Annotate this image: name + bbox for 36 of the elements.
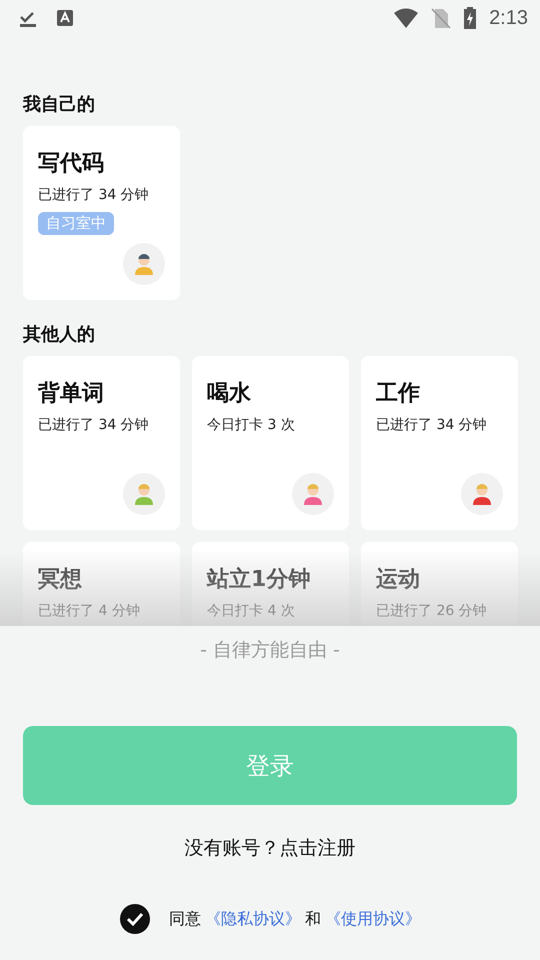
task-status: 已进行了 34 分钟 xyxy=(38,416,150,434)
clock-time: 2:13 xyxy=(489,6,528,30)
task-title: 站立1分钟 xyxy=(207,566,312,594)
no-sim-icon xyxy=(431,7,452,29)
battery-charging-icon xyxy=(463,7,478,29)
task-title: 写代码 xyxy=(38,150,105,178)
privacy-policy-link[interactable]: 《隐私协议》 xyxy=(205,908,301,930)
task-status: 已进行了 26 分钟 xyxy=(376,602,488,620)
task-card[interactable]: 喝水 今日打卡 3 次 xyxy=(192,356,349,530)
task-card[interactable]: 站立1分钟 今日打卡 4 次 xyxy=(192,542,349,626)
task-card[interactable]: 运动 已进行了 26 分钟 xyxy=(361,542,518,626)
task-title: 冥想 xyxy=(38,566,83,594)
task-status: 已进行了 34 分钟 xyxy=(376,416,488,434)
and-text: 和 xyxy=(305,908,321,930)
agree-text: 同意 xyxy=(169,908,201,930)
task-title: 工作 xyxy=(376,380,421,408)
wifi-icon xyxy=(393,8,420,28)
section-heading: 我自己的 xyxy=(23,93,96,116)
task-status: 已进行了 4 分钟 xyxy=(38,602,141,620)
section-heading: 其他人的 xyxy=(23,323,96,346)
agree-checkbox[interactable] xyxy=(119,903,151,935)
task-card[interactable]: 工作 已进行了 34 分钟 xyxy=(361,356,518,530)
register-link[interactable]: 没有账号？点击注册 xyxy=(184,835,356,861)
task-title: 喝水 xyxy=(207,380,252,408)
task-card[interactable]: 写代码 已进行了 34 分钟 自习室中 xyxy=(23,126,180,300)
task-card[interactable]: 背单词 已进行了 34 分钟 xyxy=(23,356,180,530)
task-status: 今日打卡 3 次 xyxy=(207,416,296,434)
slogan-text: - 自律方能自由 - xyxy=(200,638,340,663)
study-room-tag: 自习室中 xyxy=(38,212,114,235)
terms-of-use-link[interactable]: 《使用协议》 xyxy=(325,908,421,930)
task-status: 今日打卡 4 次 xyxy=(207,602,296,620)
task-title: 背单词 xyxy=(38,380,105,408)
task-title: 运动 xyxy=(376,566,421,594)
task-status: 已进行了 34 分钟 xyxy=(38,186,150,204)
keyboard-letter-icon xyxy=(56,9,74,27)
task-card[interactable]: 冥想 已进行了 4 分钟 xyxy=(23,542,180,626)
